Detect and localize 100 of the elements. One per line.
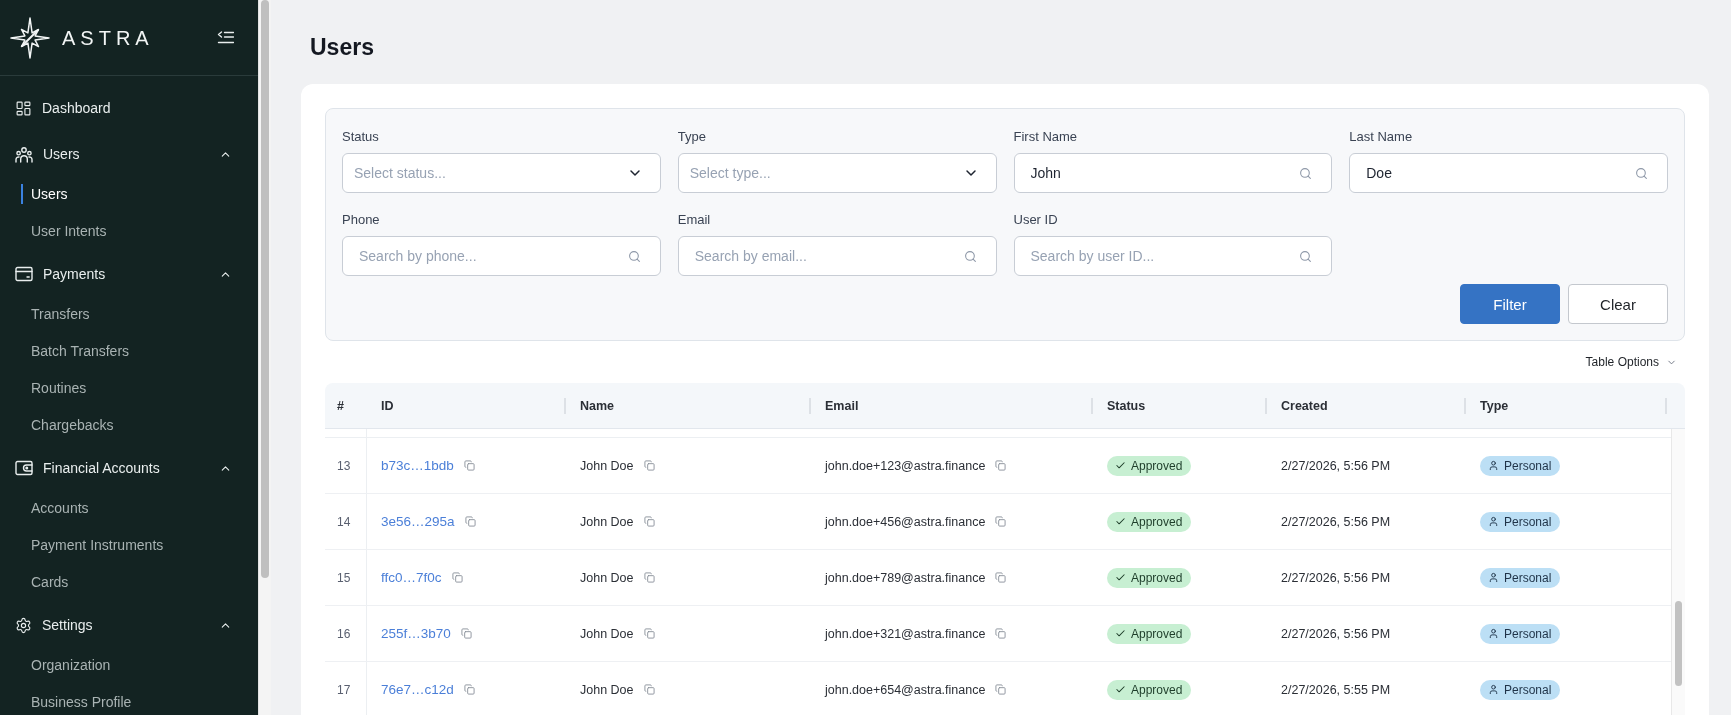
user-id-link[interactable]: b73c…1bdb — [381, 458, 454, 473]
created-date: 2/27/2026, 5:56 PM — [1281, 626, 1391, 641]
type-label: Personal — [1504, 458, 1552, 473]
user-id-link[interactable]: ffc0…7f0c — [381, 570, 442, 585]
search-field[interactable]: Doe — [1349, 153, 1668, 193]
status-label: Approved — [1131, 514, 1183, 529]
scrollbar-thumb[interactable] — [261, 0, 269, 578]
field-label: User ID — [1013, 212, 1058, 228]
copy-icon[interactable] — [643, 516, 655, 527]
user-name: John Doe — [580, 626, 634, 641]
row-number: 16 — [337, 626, 351, 641]
collapse-sidebar-button[interactable] — [217, 31, 234, 44]
search-field[interactable]: John — [1013, 153, 1333, 193]
search-icon — [627, 249, 641, 263]
card-icon — [15, 266, 33, 282]
nav-item[interactable]: Dashboard — [0, 87, 258, 129]
person-icon — [1488, 628, 1499, 639]
user-id-link[interactable]: 255f…3b70 — [381, 626, 451, 641]
user-name: John Doe — [580, 514, 634, 529]
check-icon — [1115, 460, 1126, 471]
status-label: Approved — [1131, 458, 1183, 473]
search-field[interactable]: Search by email... — [677, 236, 997, 276]
field-label: Type — [677, 129, 706, 145]
copy-icon[interactable] — [995, 572, 1007, 583]
nav-group-header[interactable]: Financial Accounts — [0, 447, 258, 489]
user-email: john.doe+789@astra.finance — [825, 570, 986, 585]
user-name: John Doe — [580, 682, 634, 697]
copy-icon[interactable] — [460, 628, 472, 639]
column-header[interactable]: Status — [1107, 398, 1146, 413]
copy-icon[interactable] — [643, 628, 655, 639]
check-icon — [1115, 572, 1126, 583]
column-header[interactable]: # — [337, 398, 344, 413]
dropdown-field[interactable]: Select type... — [677, 153, 997, 193]
scrollbar-thumb[interactable] — [1675, 601, 1682, 686]
nav-subitem[interactable]: Payment Instruments — [0, 526, 258, 563]
nav-group-header[interactable]: Payments — [0, 253, 258, 295]
star-logo-icon — [10, 16, 50, 59]
nav-subitem[interactable]: Users — [0, 175, 258, 212]
dashboard-icon — [15, 99, 32, 117]
copy-icon[interactable] — [463, 684, 475, 695]
nav-group-header[interactable]: Settings — [0, 604, 258, 646]
copy-icon[interactable] — [995, 460, 1007, 471]
column-header[interactable]: Name — [580, 398, 615, 413]
search-field[interactable]: Search by user ID... — [1013, 236, 1333, 276]
nav-subitem[interactable]: Organization — [0, 646, 258, 683]
row-number: 15 — [337, 570, 351, 585]
created-date: 2/27/2026, 5:56 PM — [1281, 458, 1391, 473]
secondary-button[interactable]: Clear — [1568, 284, 1668, 324]
nav-subitem[interactable]: Business Profile — [0, 683, 258, 715]
type-label: Personal — [1504, 514, 1552, 529]
column-header[interactable]: ID — [381, 398, 394, 413]
settings-icon — [15, 616, 32, 634]
copy-icon[interactable] — [995, 684, 1007, 695]
copy-icon[interactable] — [464, 516, 476, 527]
type-label: Personal — [1504, 570, 1552, 585]
user-email: john.doe+654@astra.finance — [825, 682, 986, 697]
copy-icon[interactable] — [451, 572, 463, 583]
type-label: Personal — [1504, 682, 1552, 697]
nav-subitem[interactable]: Routines — [0, 369, 258, 406]
column-header[interactable]: Created — [1281, 398, 1328, 413]
copy-icon[interactable] — [643, 460, 655, 471]
nav-subitem[interactable]: Accounts — [0, 489, 258, 526]
nav-subitem[interactable]: Transfers — [0, 295, 258, 332]
column-header[interactable]: Type — [1480, 398, 1509, 413]
nav-subitem[interactable]: Batch Transfers — [0, 332, 258, 369]
user-email: john.doe+456@astra.finance — [825, 514, 986, 529]
search-icon — [963, 249, 977, 263]
created-date: 2/27/2026, 5:56 PM — [1281, 514, 1391, 529]
user-email: john.doe+123@astra.finance — [825, 458, 986, 473]
check-icon — [1115, 628, 1126, 639]
row-number: 17 — [337, 682, 351, 697]
primary-button[interactable]: Filter — [1460, 284, 1560, 324]
user-id-link[interactable]: 3e56…295a — [381, 514, 455, 529]
field-label: Phone — [342, 212, 380, 228]
search-field[interactable]: Search by phone... — [342, 236, 661, 276]
nav-group-header[interactable]: Users — [0, 133, 258, 175]
dropdown-field[interactable]: Select status... — [342, 153, 661, 193]
user-name: John Doe — [580, 458, 634, 473]
check-icon — [1115, 516, 1126, 527]
page-title: Users — [310, 33, 374, 61]
type-label: Personal — [1504, 626, 1552, 641]
nav-subitem[interactable]: Chargebacks — [0, 406, 258, 443]
copy-icon[interactable] — [995, 628, 1007, 639]
field-label: Status — [342, 129, 379, 145]
search-icon — [1299, 166, 1313, 180]
field-label: Email — [677, 212, 711, 228]
search-icon — [1635, 166, 1648, 180]
copy-icon[interactable] — [995, 516, 1007, 527]
copy-icon[interactable] — [643, 684, 655, 695]
table-options-button[interactable]: Table Options — [1585, 355, 1677, 369]
column-header[interactable]: Email — [825, 398, 859, 413]
status-label: Approved — [1131, 570, 1183, 585]
user-email: john.doe+321@astra.finance — [825, 626, 986, 641]
selection-indicator — [21, 183, 23, 204]
user-id-link[interactable]: 76e7…c12d — [381, 682, 454, 697]
copy-icon[interactable] — [463, 460, 475, 471]
nav-subitem[interactable]: User Intents — [0, 212, 258, 249]
copy-icon[interactable] — [643, 572, 655, 583]
search-icon — [1299, 249, 1313, 263]
nav-subitem[interactable]: Cards — [0, 563, 258, 600]
